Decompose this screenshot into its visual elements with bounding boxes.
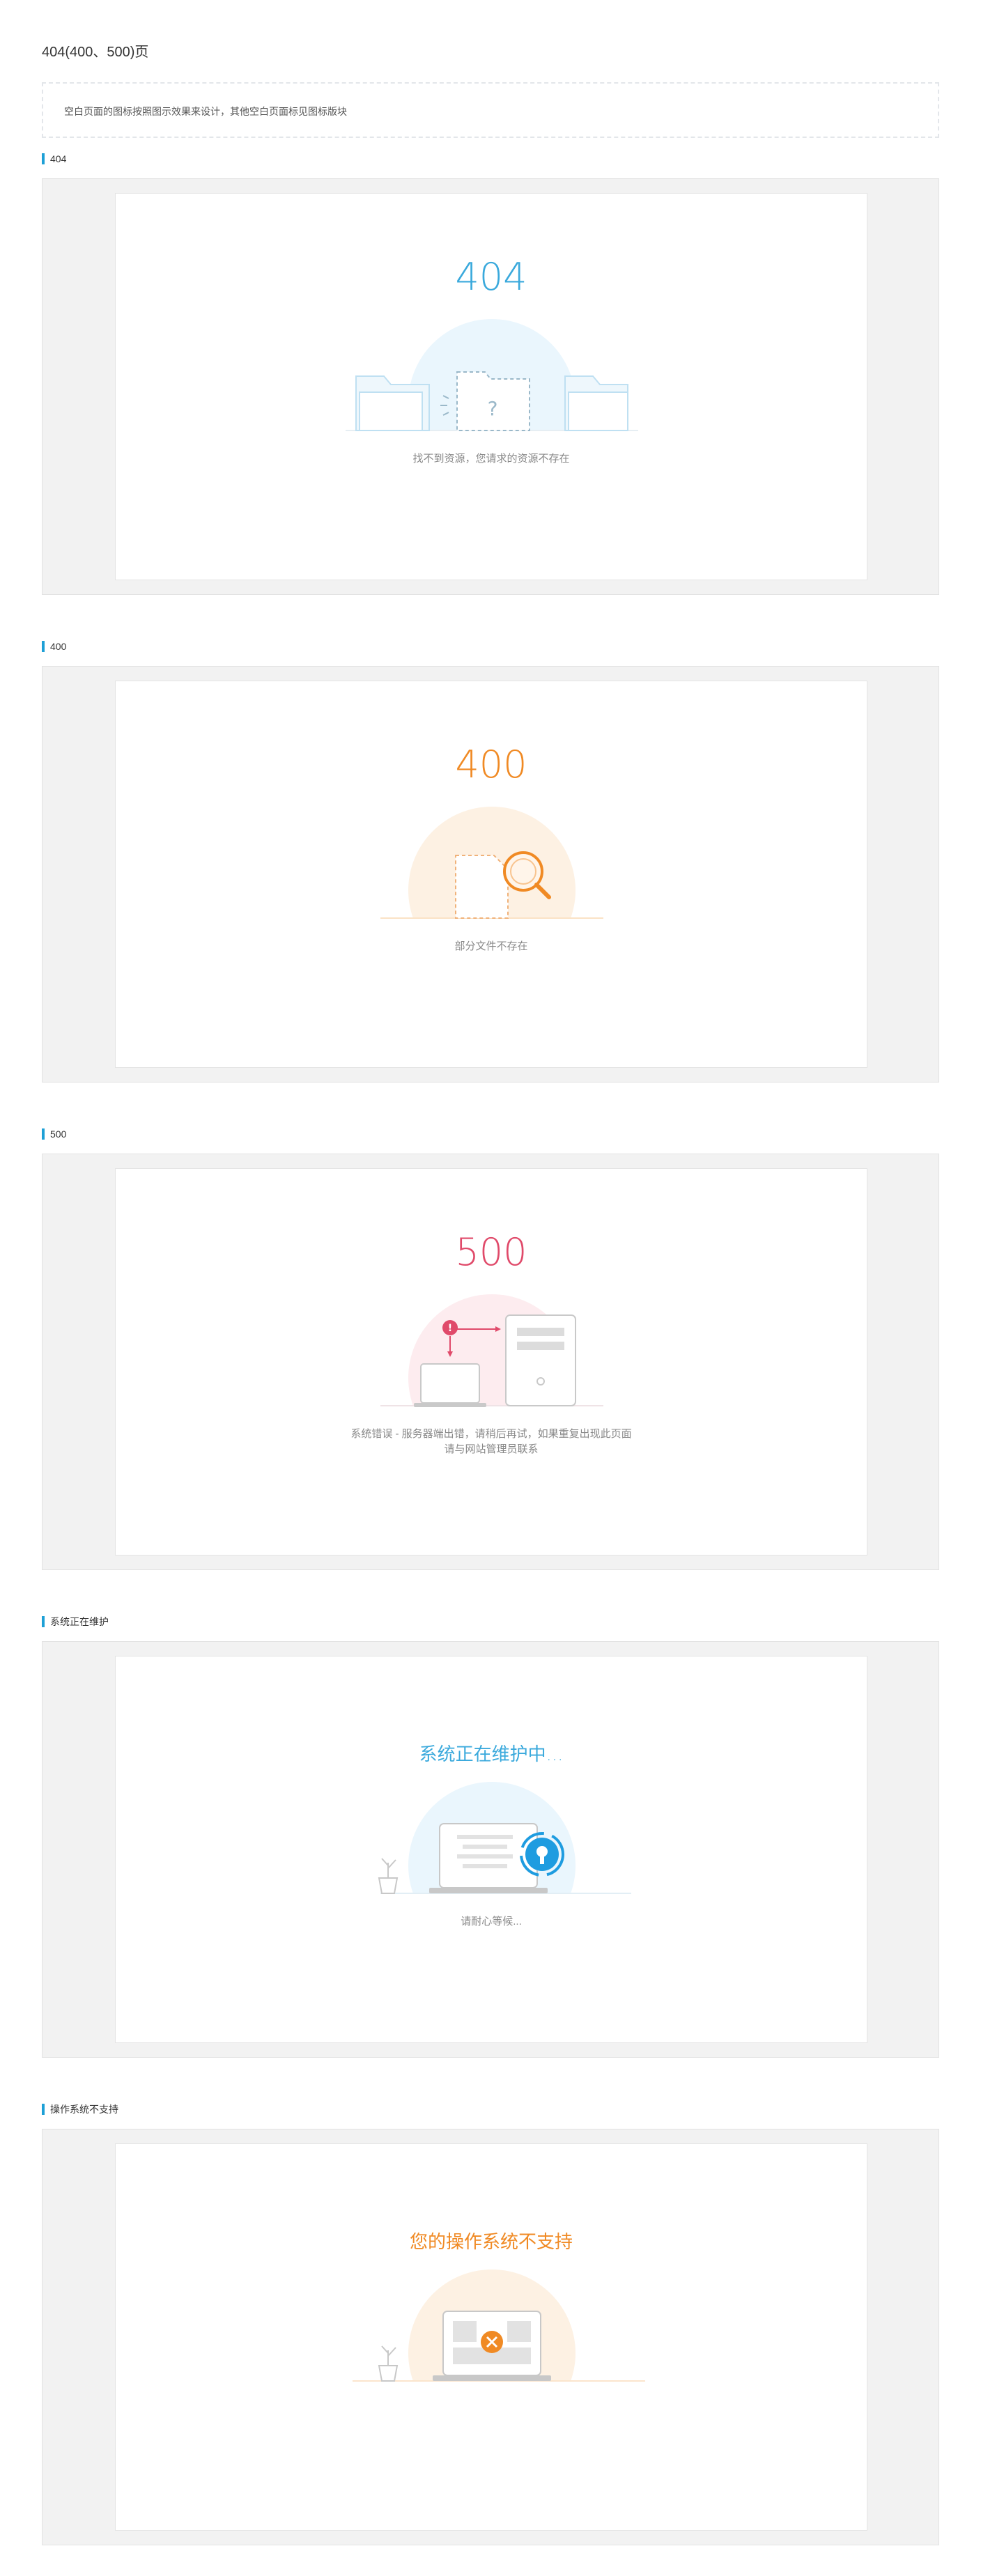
dashed-file-icon [455, 855, 509, 919]
folder-right-icon [564, 375, 628, 431]
preview-frame-404: 404 ? 找不到资源，您请求的资源不存在 [42, 178, 939, 595]
wrench-icon [520, 1832, 564, 1877]
server-icon [505, 1314, 576, 1406]
error-message: 部分文件不存在 [454, 940, 528, 952]
plant-icon [378, 2345, 399, 2382]
unsupported-card: 您的操作系统不支持 [115, 2143, 867, 2531]
section-label-400: 400 [42, 641, 66, 652]
file-search-illustration [325, 807, 659, 1009]
svg-text:!: ! [448, 1323, 452, 1334]
preview-frame-500: 500 ! 系统错误 - 服务器端出错，请稍后再试，如果重复出现此页面 请与网站… [42, 1154, 939, 1570]
notice-box: 空白页面的图标按照图示效果来设计，其他空白页面标见图标版块 [42, 82, 939, 138]
section-label-maintenance: 系统正在维护 [42, 1616, 109, 1627]
preview-frame-maintenance: 系统正在维护中... 请耐心等候... [42, 1641, 939, 2058]
laptop-maintenance-illustration [325, 1782, 659, 1984]
error-card-500: 500 ! 系统错误 - 服务器端出错，请稍后再试，如果重复出现此页面 请与网站… [115, 1168, 867, 1555]
laptop-icon [414, 1363, 486, 1407]
notice-text: 空白页面的图标按照图示效果来设计，其他空白页面标见图标版块 [64, 106, 347, 117]
maintenance-card: 系统正在维护中... 请耐心等候... [115, 1656, 867, 2043]
error-card-404: 404 ? 找不到资源，您请求的资源不存在 [115, 193, 867, 580]
missing-folder-illustration: ? [325, 319, 659, 521]
error-card-400: 400 部分文件不存在 [115, 681, 867, 1068]
preview-frame-unsupported: 您的操作系统不支持 [42, 2129, 939, 2545]
plant-icon [378, 1858, 399, 1894]
close-circle-icon [481, 2331, 503, 2353]
server-error-illustration: ! [325, 1294, 659, 1496]
svg-text:?: ? [488, 397, 498, 420]
section-label-404: 404 [42, 153, 66, 164]
preview-frame-400: 400 部分文件不存在 [42, 666, 939, 1083]
page-title: 404(400、500)页 [42, 45, 149, 60]
laptop-unsupported-illustration [325, 2269, 659, 2472]
error-message-line-1: 系统错误 - 服务器端出错，请稍后再试，如果重复出现此页面 [350, 1428, 632, 1440]
section-label-500: 500 [42, 1128, 66, 1140]
error-message: 找不到资源，您请求的资源不存在 [412, 453, 570, 465]
section-label-unsupported: 操作系统不支持 [42, 2104, 118, 2115]
maintenance-message: 请耐心等候... [461, 1916, 522, 1927]
folder-left-icon [355, 375, 430, 431]
error-message-line-2: 请与网站管理员联系 [444, 1443, 539, 1455]
